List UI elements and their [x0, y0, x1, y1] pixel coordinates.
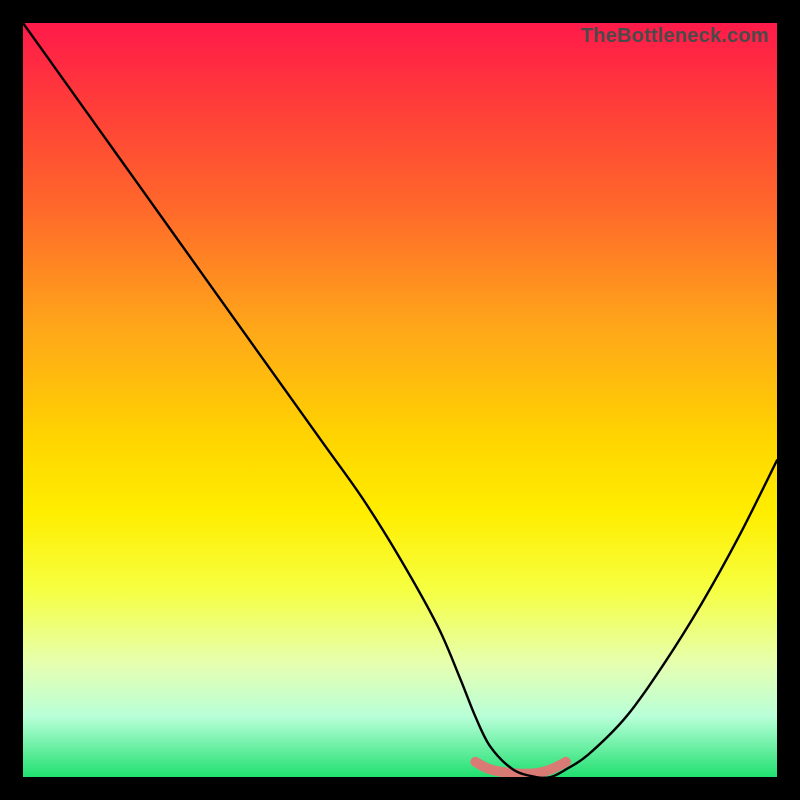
plot-area: TheBottleneck.com [23, 23, 777, 777]
chart-frame: TheBottleneck.com [0, 0, 800, 800]
bottleneck-curve-path [23, 23, 777, 777]
curve-svg [23, 23, 777, 777]
